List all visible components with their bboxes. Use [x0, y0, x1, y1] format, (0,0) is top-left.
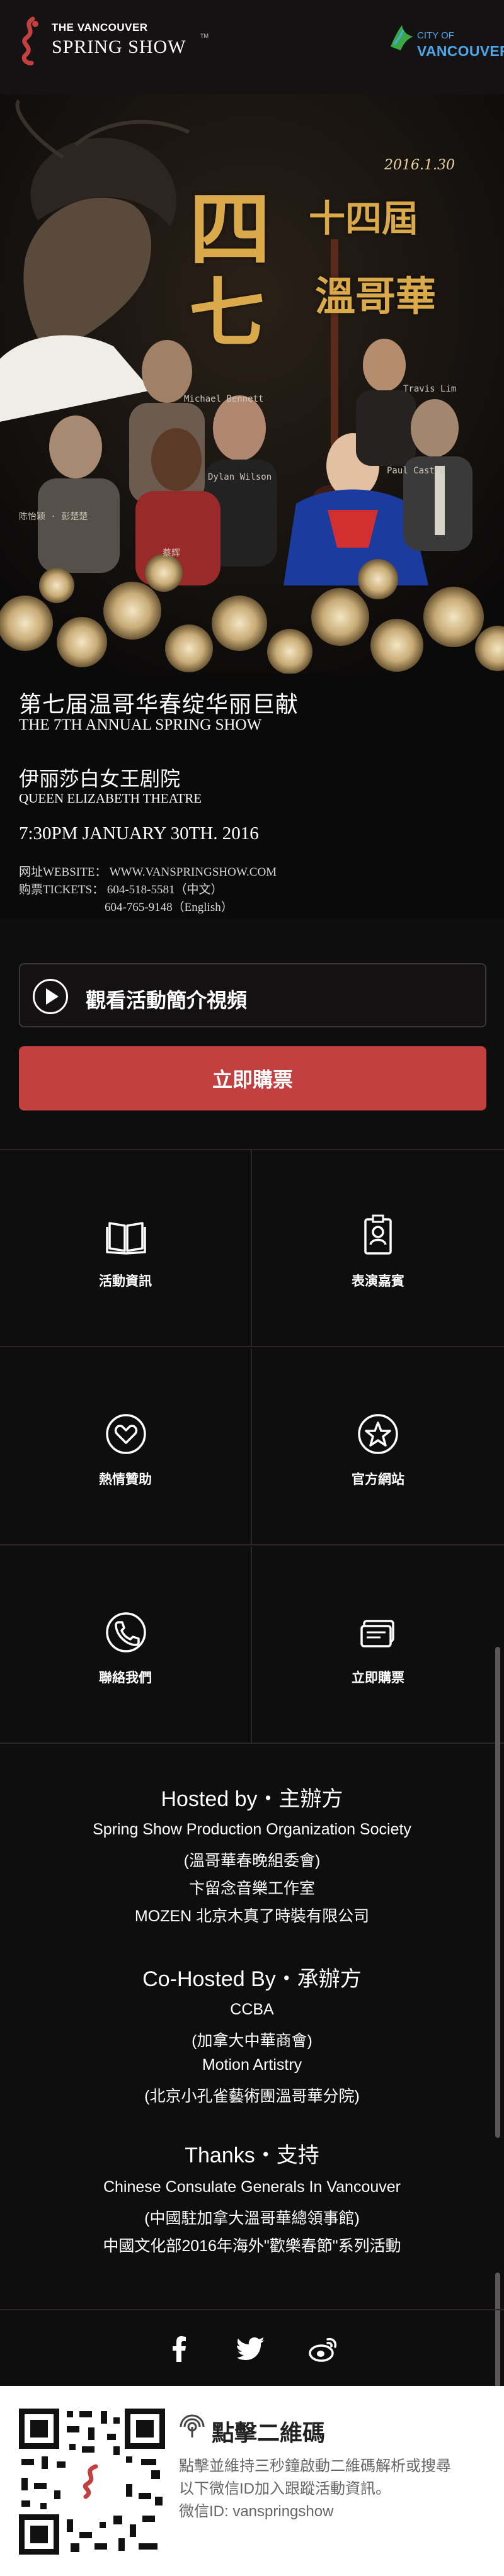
cohosted-line: Motion Artistry — [202, 2056, 302, 2074]
grid-item-event-info[interactable]: 活動資訊 — [0, 1150, 252, 1347]
qr-description: 以下微信ID加入跟蹤活動資訊。 — [179, 2480, 391, 2497]
event-title-cn: 第七届温哥华春绽华丽巨献 — [19, 692, 299, 717]
grid-item-label: 表演嘉賓 — [352, 1274, 404, 1289]
website-info: 网址WEBSITE： WWW.VANSPRINGSHOW.COM — [19, 866, 277, 879]
performer-name: Dylan Wilson — [208, 472, 272, 482]
cohosted-line: CCBA — [230, 2001, 274, 2018]
buy-tickets-button[interactable]: 立即購票 — [19, 1046, 486, 1110]
performer-name: 蔡辉 — [163, 548, 180, 558]
cohosted-line: (加拿大中華商會) — [192, 2032, 312, 2050]
social-links — [0, 2309, 504, 2385]
book-icon — [106, 1222, 146, 1255]
event-datetime: 7:30PM JANUARY 30TH. 2016 — [19, 823, 259, 844]
grid-item-buy-tickets[interactable]: 立即購票 — [252, 1547, 504, 1744]
feature-grid: 活動資訊 表演嘉賓 熱情贊助 官方網站 聯絡我們 立即購票 — [0, 1149, 504, 1744]
trademark: TM — [200, 33, 209, 39]
brand-small-text: THE VANCOUVER — [52, 21, 148, 33]
event-poster: 四 七 十四屆 溫哥華 2016.1.30 Michael Bennett Tr… — [0, 94, 504, 919]
hosted-line: Spring Show Production Organization Soci… — [93, 1821, 411, 1838]
performer-name: 陈怡颖 · 彭楚楚 — [19, 512, 88, 522]
grid-item-official-site[interactable]: 官方網站 — [252, 1348, 504, 1545]
hosted-line: (溫哥華春晚組委會) — [183, 1852, 321, 1870]
thanks-line: (中國駐加拿大溫哥華總領事館) — [144, 2210, 360, 2227]
wechat-qr-code[interactable] — [19, 2409, 165, 2555]
cohosted-line: (北京小孔雀藝術團溫哥華分院) — [144, 2087, 360, 2105]
grid-item-label: 熱情贊助 — [99, 1472, 152, 1487]
venue-cn: 伊丽莎白女王剧院 — [19, 767, 181, 790]
venue-en: QUEEN ELIZABETH THEATRE — [19, 791, 202, 806]
star-icon — [358, 1414, 398, 1454]
calligraphy-subtitle-1: 十四屆 — [309, 197, 419, 240]
phone-icon — [106, 1612, 146, 1652]
thanks-line: 中國文化部2016年海外"歡樂春節"系列活動 — [103, 2237, 401, 2255]
event-title-en: THE 7TH ANNUAL SPRING SHOW — [19, 716, 262, 733]
play-triangle — [46, 988, 59, 1005]
hosted-line: 卞留念音樂工作室 — [188, 1880, 315, 1897]
tap-icon — [180, 2414, 205, 2438]
grid-item-contact[interactable]: 聯絡我們 — [0, 1547, 252, 1744]
grid-item-label: 活動資訊 — [99, 1274, 152, 1289]
brand-title: SPRING SHOW — [52, 37, 186, 57]
ticket-phone-en: 604-765-9148（English） — [105, 901, 233, 914]
thanks-line: Chinese Consulate Generals In Vancouver — [103, 2178, 401, 2196]
weibo-icon[interactable] — [309, 2334, 338, 2363]
wechat-id: 微信ID: vanspringshow — [179, 2503, 334, 2520]
hosted-heading: Hosted by・主辦方 — [161, 1787, 343, 1811]
twitter-icon[interactable] — [237, 2334, 266, 2363]
hosted-line: MOZEN 北京木真了時裝有限公司 — [134, 1907, 370, 1925]
grid-item-label: 官方網站 — [352, 1472, 404, 1487]
watch-video-button[interactable]: 觀看活動簡介視頻 — [19, 963, 486, 1027]
qr-title: 點擊二維碼 — [212, 2420, 326, 2446]
performer-name: Michael Bennett — [184, 394, 264, 404]
ticket-icon — [360, 1620, 394, 1647]
performer-name: Travis Lim — [403, 384, 457, 394]
spring-show-logo-icon[interactable] — [14, 16, 45, 67]
city-of-vancouver-logo-icon[interactable] — [388, 21, 416, 53]
heart-icon — [106, 1414, 146, 1454]
grid-item-label: 聯絡我們 — [99, 1671, 152, 1685]
wechat-qr-panel: 點擊二維碼 點擊並維持三秒鐘啟動二維碼解析或搜尋 以下微信ID加入跟蹤活動資訊。… — [0, 2386, 504, 2576]
cohosted-heading: Co-Hosted By・承辦方 — [142, 1967, 362, 1991]
grid-item-performers[interactable]: 表演嘉賓 — [252, 1150, 504, 1347]
qr-description: 點擊並維持三秒鐘啟動二維碼解析或搜尋 — [179, 2458, 451, 2475]
city-name: VANCOUVER — [417, 43, 504, 59]
ticket-phone-cn: 购票TICKETS： 604-518-5581（中文） — [19, 883, 223, 896]
calligraphy-subtitle-2: 溫哥華 — [315, 273, 436, 320]
id-badge-icon — [364, 1214, 392, 1255]
thanks-heading: Thanks・支持 — [185, 2144, 319, 2167]
performer-name: Paul Castro — [387, 466, 445, 476]
calligraphy-title-2: 七 — [189, 269, 265, 358]
facebook-icon[interactable] — [165, 2334, 194, 2363]
watch-video-label: 觀看活動簡介視頻 — [86, 989, 248, 1012]
site-header: THE VANCOUVER SPRING SHOW TM CITY OF VAN… — [0, 0, 504, 94]
grid-item-sponsors[interactable]: 熱情贊助 — [0, 1348, 252, 1545]
calligraphy-date: 2016.1.30 — [384, 157, 455, 173]
grid-item-label: 立即購票 — [352, 1671, 404, 1685]
city-small-text: CITY OF — [417, 30, 454, 41]
scrollbar[interactable] — [495, 1647, 500, 2138]
